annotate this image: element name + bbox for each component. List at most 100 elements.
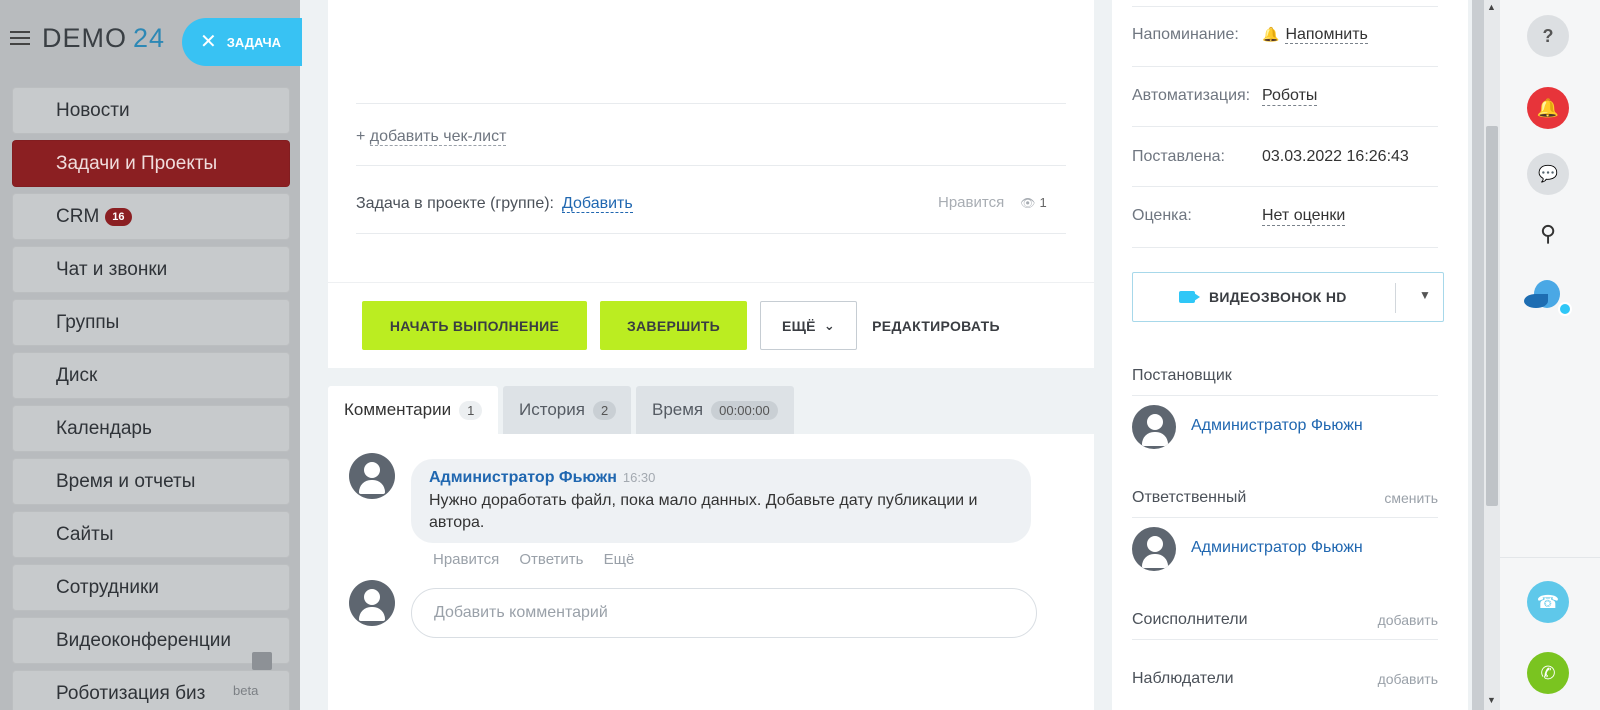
bell-icon: 🔔 <box>1262 26 1280 42</box>
responsible-title: Ответственный <box>1132 489 1247 506</box>
divider <box>1132 517 1438 518</box>
menu-burger-icon[interactable] <box>10 31 30 45</box>
mail-badge-icon <box>1558 302 1572 316</box>
menu-item-label: Сайты <box>56 523 114 545</box>
portal-logo[interactable]: DEMO 24 <box>42 23 165 54</box>
creator-name[interactable]: Администратор Фьюжн <box>1191 417 1411 435</box>
portal-background: DEMO 24 Новости Задачи и Проекты CRM 16 Ча… <box>0 0 300 710</box>
comment-actions: Нравится Ответить Ещё <box>433 551 650 568</box>
add-comment-input[interactable]: Добавить комментарий <box>411 588 1037 638</box>
menu-item-disk[interactable]: Диск <box>12 352 290 399</box>
eye-icon: 👁 <box>1020 195 1036 210</box>
more-label: ЕЩЁ <box>781 317 816 334</box>
avatar[interactable] <box>349 453 395 499</box>
responsible-person[interactable]: Администратор Фьюжн <box>1132 527 1363 571</box>
logo-number: 24 <box>133 22 166 53</box>
divider <box>1132 186 1438 187</box>
beta-label: beta <box>233 683 259 698</box>
divider <box>1132 126 1438 127</box>
menu-item-news[interactable]: Новости <box>12 87 290 134</box>
divider <box>1132 6 1438 7</box>
finish-task-button[interactable]: ЗАВЕРШИТЬ <box>600 301 747 350</box>
menu-item-label: Задачи и Проекты <box>56 152 218 174</box>
left-menu: Новости Задачи и Проекты CRM 16 Чат и зво… <box>12 87 290 710</box>
tab-history[interactable]: История 2 <box>503 386 631 434</box>
menu-item-tasks[interactable]: Задачи и Проекты <box>12 140 290 187</box>
menu-item-groups[interactable]: Группы <box>12 299 290 346</box>
add-observer-link[interactable]: добавить <box>1378 671 1438 687</box>
scrollbar-thumb[interactable] <box>1486 126 1498 506</box>
mobile-app-icon[interactable]: ☎ <box>1527 581 1569 623</box>
divider <box>1395 283 1396 313</box>
reminder-link[interactable]: 🔔 Напомнить <box>1262 26 1368 44</box>
add-checklist-link[interactable]: добавить чек-лист <box>369 128 507 146</box>
menu-item-label: Новости <box>56 99 130 121</box>
scrollbar[interactable]: ▲ ▼ <box>1484 0 1500 710</box>
menu-item-time-reports[interactable]: Время и отчеты <box>12 458 290 505</box>
menu-item-label: Группы <box>56 311 120 333</box>
rating-label: Оценка: <box>1132 207 1192 224</box>
edit-task-button[interactable]: РЕДАКТИРОВАТЬ <box>866 301 1006 350</box>
more-button[interactable]: ЕЩЁ ⌄ <box>760 301 857 350</box>
menu-item-videoconf[interactable]: Видеоконференции <box>12 617 290 664</box>
add-project-link[interactable]: Добавить <box>561 195 633 213</box>
robots-link[interactable]: Роботы <box>1262 87 1318 106</box>
reminder-value: Напомнить <box>1285 26 1368 44</box>
like-link[interactable]: Нравится <box>938 194 1004 211</box>
notifications-bell-icon[interactable]: 🔔 <box>1527 87 1569 129</box>
comment-bubble: Администратор Фьюжн 16:30 Нужно доработат… <box>411 459 1031 543</box>
chat-icon[interactable]: 💬 <box>1527 153 1569 195</box>
add-checklist[interactable]: + добавить чек-лист <box>356 128 507 146</box>
messenger-bird-icon[interactable] <box>1524 272 1574 322</box>
change-responsible-link[interactable]: сменить <box>1384 490 1438 506</box>
menu-item-label: Чат и звонки <box>56 258 168 280</box>
comment-reply-link[interactable]: Ответить <box>519 551 583 568</box>
divider <box>1132 66 1438 67</box>
scroll-down-icon[interactable]: ▼ <box>1487 695 1496 705</box>
add-coexecutor-link[interactable]: добавить <box>1378 612 1438 628</box>
tab-label: Время <box>652 400 704 419</box>
comment-text: Нужно доработать файл, пока мало данных.… <box>429 492 978 531</box>
menu-item-calendar[interactable]: Календарь <box>12 405 290 452</box>
views-count: 1 <box>1039 195 1047 210</box>
observers-title: Наблюдатели <box>1132 670 1234 687</box>
chevron-down-icon[interactable]: ▼ <box>1419 288 1431 302</box>
responsible-name[interactable]: Администратор Фьюжн <box>1191 539 1411 557</box>
comments-panel: Администратор Фьюжн 16:30 Нужно доработат… <box>328 434 1094 710</box>
menu-item-label: Диск <box>56 364 98 386</box>
help-icon[interactable]: ? <box>1527 15 1569 57</box>
bird-wing <box>1524 294 1548 308</box>
menu-item-label: Время и отчеты <box>56 470 196 492</box>
tab-time[interactable]: Время 00:00:00 <box>636 386 794 434</box>
start-task-button[interactable]: НАЧАТЬ ВЫПОЛНЕНИЕ <box>362 301 587 350</box>
tab-count: 1 <box>459 400 483 420</box>
divider <box>1132 395 1438 396</box>
created-label: Поставлена: <box>1132 148 1225 165</box>
printer-icon[interactable] <box>252 652 272 670</box>
menu-item-sites[interactable]: Сайты <box>12 511 290 558</box>
tab-count: 00:00:00 <box>711 400 778 420</box>
avatar <box>1132 527 1176 571</box>
videocall-button[interactable]: ВИДЕОЗВОНОК HD ▼ <box>1132 272 1444 322</box>
menu-item-chat[interactable]: Чат и звонки <box>12 246 290 293</box>
tab-count: 2 <box>592 400 617 420</box>
scroll-up-icon[interactable]: ▲ <box>1487 2 1496 12</box>
divider <box>1132 247 1438 248</box>
coexecutors-title: Соисполнители <box>1132 611 1248 628</box>
tab-label: Комментарии <box>344 400 452 419</box>
tab-comments[interactable]: Комментарии 1 <box>328 386 498 434</box>
divider <box>356 103 1066 104</box>
menu-item-crm[interactable]: CRM 16 <box>12 193 290 240</box>
creator-person[interactable]: Администратор Фьюжн <box>1132 405 1363 449</box>
close-task-slider-button[interactable]: ✕ ЗАДАЧА <box>182 18 302 66</box>
search-icon[interactable]: ⚲ <box>1527 213 1569 255</box>
menu-item-employees[interactable]: Сотрудники <box>12 564 290 611</box>
comment-like-link[interactable]: Нравится <box>433 551 499 568</box>
crm-counter-badge: 16 <box>105 207 132 226</box>
comment-author[interactable]: Администратор Фьюжн <box>429 469 617 486</box>
menu-item-label: Календарь <box>56 417 152 439</box>
phone-call-icon[interactable]: ✆ <box>1527 652 1569 694</box>
rating-value[interactable]: Нет оценки <box>1262 207 1346 226</box>
divider <box>356 233 1066 234</box>
comment-more-link[interactable]: Ещё <box>604 551 635 568</box>
